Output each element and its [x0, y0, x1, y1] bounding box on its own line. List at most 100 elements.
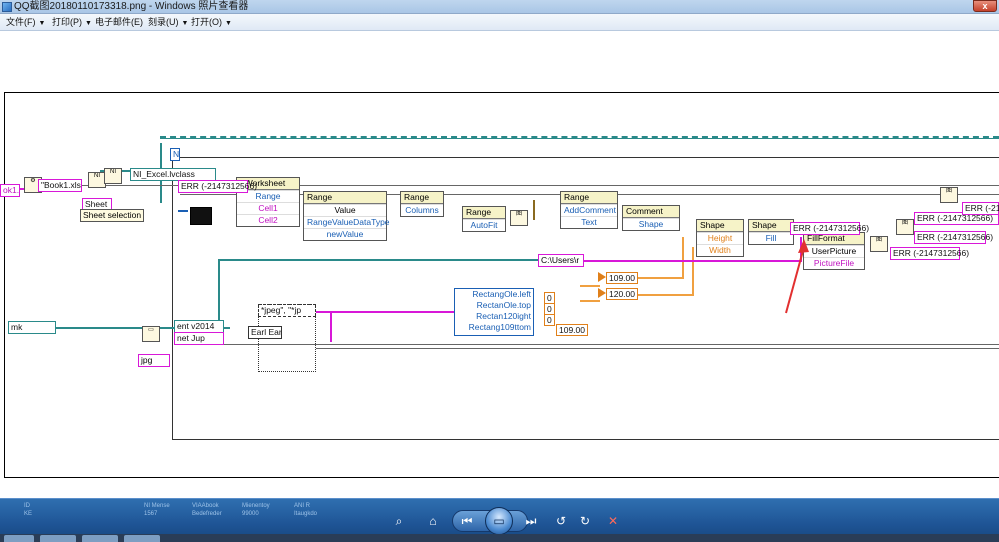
jpg-constant[interactable]: jpg	[138, 354, 170, 367]
toolbar-caption: 99000	[242, 511, 259, 517]
wire	[533, 200, 535, 220]
menu-burn[interactable]: 刻录(U) ▼	[148, 16, 188, 30]
close-ref-icon[interactable]: 图	[896, 219, 914, 235]
close-ref-icon[interactable]: 图	[940, 187, 958, 203]
wire	[316, 311, 456, 313]
error-indicator: ERR (-2147312566)	[890, 247, 969, 260]
addcomment-invoke-node[interactable]: Range AddComment Text	[560, 191, 618, 229]
node-row: UserPicture	[804, 245, 864, 257]
wire	[682, 237, 684, 279]
rect-property-node[interactable]: RectangOle.left RectanOle.top Rectan120i…	[454, 288, 534, 336]
numeric-constant[interactable]: 0	[544, 314, 555, 326]
error-indicator: ERR (-2147312566)	[914, 231, 993, 244]
toolbar-caption: ANI R	[294, 503, 311, 509]
wire	[218, 259, 538, 261]
index-constant	[178, 210, 188, 212]
node-row: Cell2	[237, 214, 299, 226]
numeric-constant[interactable]: 109.00	[606, 272, 638, 284]
rotate-ccw-button[interactable]: ↺	[550, 511, 572, 531]
taskbar-thumb[interactable]	[4, 535, 34, 542]
slideshow-button[interactable]: ▭	[485, 507, 513, 535]
actual-size-button[interactable]: ⌂	[422, 511, 444, 531]
node-header: Range	[561, 192, 617, 204]
path-constant[interactable]: C:\Users\r	[538, 254, 584, 267]
chevron-down-icon: ▼	[225, 20, 232, 27]
node-header: Range	[304, 192, 386, 204]
numeric-constant[interactable]: 120.00	[606, 288, 638, 300]
node-header: Shape	[749, 220, 793, 232]
wire	[316, 348, 999, 349]
node-row: AddComment	[561, 204, 617, 216]
node-row: Width	[697, 244, 743, 256]
event-label: net Jup	[174, 332, 224, 345]
menu-email[interactable]: 电子邮件(E)	[95, 16, 143, 29]
to-double-icon	[598, 288, 606, 298]
menu-open[interactable]: 打开(O) ▼	[191, 16, 232, 30]
toolbar-caption: NI Mense	[144, 503, 170, 509]
error-indicator: ERR (-2147312566)	[962, 202, 999, 215]
range-property-node[interactable]: Range Value RangeValueDataType newValue	[303, 191, 390, 241]
next-button[interactable]: ⏭	[520, 511, 542, 531]
toolbar-caption: 1567	[144, 511, 158, 517]
toolbar-caption: Itaugkdo	[294, 511, 318, 517]
chevron-down-icon: ▼	[38, 20, 46, 27]
node-row: PictureFile	[804, 257, 864, 269]
chevron-down-icon: ▼	[181, 20, 189, 27]
node-header: Range	[401, 192, 443, 204]
node-row: Cell1	[237, 202, 299, 214]
taskbar-thumb[interactable]	[124, 535, 160, 542]
loop-border-top	[160, 136, 999, 139]
node-row: Rectang109ttom	[468, 322, 531, 332]
wire	[580, 300, 600, 302]
close-ref-icon[interactable]: 图	[870, 236, 888, 252]
previous-button[interactable]: ⏮	[456, 511, 478, 531]
shape-property-node-1[interactable]: Shape Height Width	[696, 219, 744, 257]
rotate-cw-button[interactable]: ↻	[574, 511, 596, 531]
node-row: RectanOle.top	[476, 300, 531, 310]
wire	[580, 285, 600, 287]
node-header: Range	[463, 207, 505, 219]
book-constant[interactable]: "Book1.xlsx"	[38, 179, 82, 192]
node-row: Rectan120ight	[476, 311, 531, 321]
chevron-down-icon: ▼	[85, 20, 92, 27]
toolbar-caption: Mienentoy	[242, 503, 270, 509]
close-ref-icon[interactable]: 图	[510, 210, 528, 226]
node-row: Height	[697, 232, 743, 244]
numeric-constant[interactable]: 109.00	[556, 324, 588, 336]
node-row: Value	[304, 204, 386, 216]
node-row: RangeValueDataType	[304, 216, 390, 228]
refnum-node[interactable]	[190, 207, 212, 225]
node-header: Shape	[697, 220, 743, 232]
menu-file[interactable]: 文件(F) ▼	[6, 16, 45, 30]
close-button[interactable]: x	[973, 0, 997, 12]
node-header: Comment	[623, 206, 679, 218]
delete-button[interactable]: ✕	[602, 511, 624, 531]
taskbar-thumb[interactable]	[40, 535, 76, 542]
node-row: Shape	[623, 218, 679, 230]
mk-label: mk	[8, 321, 56, 334]
node-row: Columns	[401, 204, 443, 216]
node-row: newValue	[304, 228, 386, 240]
toolbar-caption: KE	[24, 511, 33, 517]
zoom-button[interactable]: ⌕	[388, 511, 410, 531]
wire	[218, 259, 220, 327]
to-double-icon	[598, 272, 606, 282]
toolbar-caption: Bedefreder	[192, 511, 222, 517]
columns-property-node[interactable]: Range Columns	[400, 191, 444, 217]
toolbar-caption: VIAAbook	[192, 503, 219, 509]
taskbar-thumb[interactable]	[82, 535, 118, 542]
ni-node-2-icon[interactable]: NI	[104, 168, 122, 184]
autofit-invoke-node[interactable]: Range AutoFit	[462, 206, 506, 232]
node-row: AutoFit	[463, 219, 505, 231]
node-row: RectangOle.left	[472, 289, 531, 299]
comment-property-node[interactable]: Comment Shape	[622, 205, 680, 231]
book-left-label: ok1.	[0, 184, 20, 197]
folder-icon[interactable]: ▭	[142, 326, 160, 342]
menu-print[interactable]: 打印(P) ▼	[52, 16, 92, 30]
wire	[692, 247, 694, 296]
title-bar: QQ截图20180110173318.png - Windows 照片查看器 x	[0, 0, 999, 14]
fillformat-invoke-node[interactable]: FillFormat UserPicture PictureFile	[803, 232, 865, 270]
window-title: QQ截图20180110173318.png - Windows 照片查看器	[14, 1, 249, 12]
red-arrow-annotation	[785, 239, 809, 314]
error-indicator: ERR (-2147312566)	[178, 180, 257, 193]
